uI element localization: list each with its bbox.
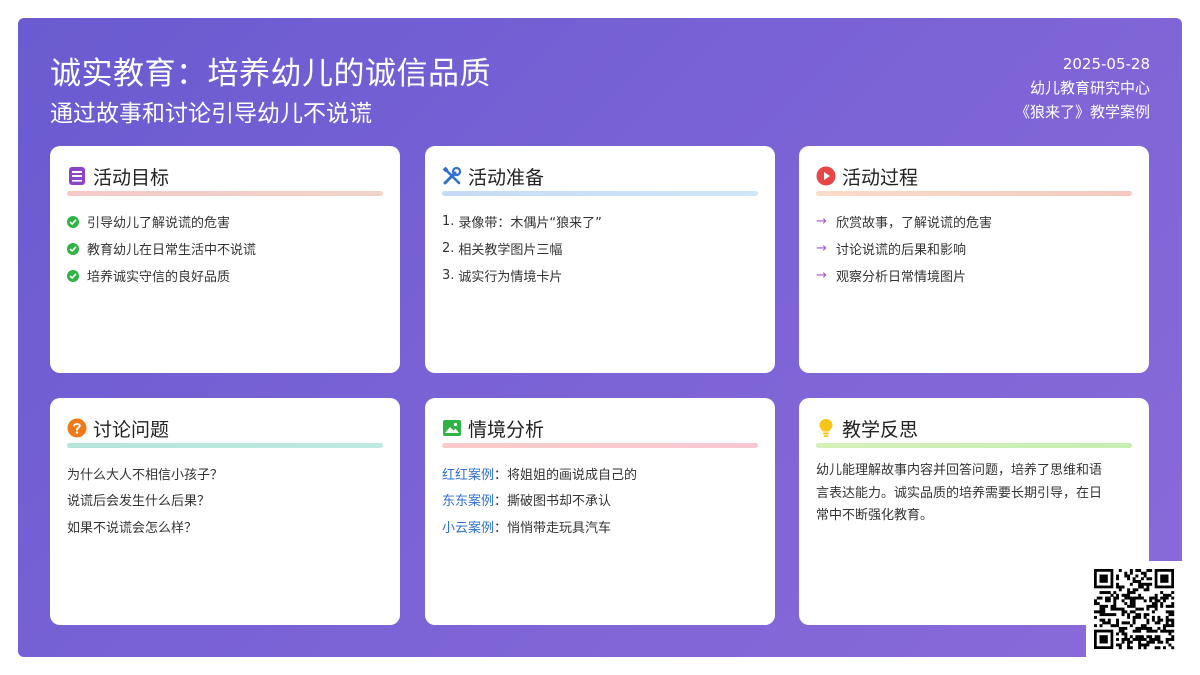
card-prep-title: 活动准备 xyxy=(468,166,545,189)
list-item: 为什么大人不相信小孩子？ xyxy=(67,467,224,483)
tools-icon xyxy=(442,166,462,186)
card-cases-header: 情境分析 xyxy=(442,415,758,441)
list-item: 1. 录像带：木偶片“狼来了” xyxy=(442,208,758,235)
image-icon xyxy=(442,418,462,438)
arrow-right-icon: → xyxy=(816,241,827,256)
qr-code xyxy=(1086,561,1182,657)
case-name: 小云案例 xyxy=(442,520,495,536)
card-questions-underline xyxy=(67,443,383,448)
list-item-text: 录像带：木偶片“狼来了” xyxy=(458,216,602,231)
case-name: 红红案例 xyxy=(442,467,495,483)
card-process: 活动过程 → 欣赏故事，了解说谎的危害 → 讨论说谎的后果和影响 → 观察分析日常情境… xyxy=(799,146,1149,373)
list-item: 小云案例 ：悄悄带走玩具汽车 xyxy=(442,513,758,540)
card-process-underline xyxy=(816,191,1132,196)
list-item-text: 欣赏故事，了解说谎的危害 xyxy=(836,216,993,231)
list-item-text: 培养诚实守信的良好品质 xyxy=(87,270,231,285)
list-item: 2. 相关教学图片三幅 xyxy=(442,235,758,262)
card-prep-header: 活动准备 xyxy=(442,163,758,189)
case-name: 东东案例 xyxy=(442,494,495,510)
list-item-text: 诚实行为情境卡片 xyxy=(458,270,563,285)
case-label: 《狼来了》教学案例 xyxy=(1014,103,1150,121)
list-item: → 欣赏故事，了解说谎的危害 xyxy=(816,208,1132,235)
card-goals-title: 活动目标 xyxy=(93,166,170,189)
reflection-line: 幼儿能理解故事内容并回答问题，培养了思维和语 xyxy=(816,463,1103,478)
slide: 诚实教育：培养幼儿的诚信品质 通过故事和讨论引导幼儿不说谎 2025-05-28… xyxy=(18,18,1182,657)
list-item-number: 2. xyxy=(442,241,455,256)
page-subtitle: 通过故事和讨论引导幼儿不说谎 xyxy=(50,101,372,127)
card-process-title: 活动过程 xyxy=(842,166,919,189)
question-icon xyxy=(67,418,87,438)
page-title: 诚实教育：培养幼儿的诚信品质 xyxy=(50,56,491,92)
card-process-header: 活动过程 xyxy=(816,163,1132,189)
list-item-number: 1. xyxy=(442,214,455,229)
case-text: ：悄悄带走玩具汽车 xyxy=(494,520,612,536)
reflection-line: 常中不断强化教育。 xyxy=(816,508,934,523)
reflection-text: 幼儿能理解故事内容并回答问题，培养了思维和语 言表达能力。诚实品质的培养需要长期… xyxy=(816,460,1132,528)
list-item: 3. 诚实行为情境卡片 xyxy=(442,262,758,289)
list-item-number: 3. xyxy=(442,268,455,283)
card-reflection-title: 教学反思 xyxy=(842,418,919,441)
date-label: 2025-05-28 xyxy=(1062,55,1150,73)
list-item-text: 讨论说谎的后果和影响 xyxy=(836,243,967,258)
card-reflection-underline xyxy=(816,443,1132,448)
arrow-right-icon: → xyxy=(816,214,827,229)
card-cases: 情境分析 红红案例 ：将姐姐的画说成自己的 东东案例 ：撕破图书却不承认 小云案例：… xyxy=(425,398,775,625)
check-circle-icon xyxy=(67,242,79,255)
list-item: 东东案例 ：撕破图书却不承认 xyxy=(442,487,758,514)
org-label: 幼儿教育研究中心 xyxy=(1029,79,1150,97)
reflection-line: 言表达能力。诚实品质的培养需要长期引导，在日 xyxy=(816,485,1103,501)
list-item: 如果不说谎会怎么样？ xyxy=(67,520,198,536)
meta-info: 2025-05-28 幼儿教育研究中心 《狼来了》教学案例 xyxy=(1015,52,1150,124)
list-item: 引导幼儿了解说谎的危害 xyxy=(67,208,383,235)
check-circle-icon xyxy=(67,269,79,282)
card-questions: 讨论问题 为什么大人不相信小孩子？ 说谎后会发生什么后果？ 如果不说谎会怎么样？ xyxy=(50,398,400,625)
check-circle-icon xyxy=(67,215,79,228)
list-item-text: 相关教学图片三幅 xyxy=(458,243,563,258)
list-item: 教育幼儿在日常生活中不说谎 xyxy=(67,235,383,262)
card-cases-title: 情境分析 xyxy=(468,418,545,441)
list-item: 说谎后会发生什么后果？ xyxy=(67,494,211,510)
lightbulb-icon xyxy=(816,418,836,438)
card-goals: 活动目标 引导幼儿了解说谎的危害 教育幼儿在日常生活中不说谎 培养诚实守信的良好… xyxy=(50,146,400,373)
case-text: ：将姐姐的画说成自己的 xyxy=(494,467,638,483)
card-questions-header: 讨论问题 xyxy=(67,415,383,441)
list-item-text: 观察分析日常情境图片 xyxy=(836,270,967,285)
play-icon xyxy=(816,166,836,186)
card-prep-underline xyxy=(442,191,758,196)
list-item: 培养诚实守信的良好品质 xyxy=(67,262,383,289)
card-questions-title: 讨论问题 xyxy=(93,418,170,441)
card-goals-underline xyxy=(67,191,383,196)
book-icon xyxy=(67,166,87,186)
list-item: 红红案例 ：将姐姐的画说成自己的 xyxy=(442,460,758,487)
card-reflection-header: 教学反思 xyxy=(816,415,1132,441)
card-goals-header: 活动目标 xyxy=(67,163,383,189)
list-item-text: 引导幼儿了解说谎的危害 xyxy=(87,216,231,231)
list-item: → 观察分析日常情境图片 xyxy=(816,262,1132,289)
card-cases-underline xyxy=(442,443,758,448)
card-prep: 活动准备 1. 录像带：木偶片“狼来了” 2. 相关教学图片三幅 3. 诚实行为情境卡… xyxy=(425,146,775,373)
arrow-right-icon: → xyxy=(816,268,827,283)
list-item-text: 教育幼儿在日常生活中不说谎 xyxy=(87,243,257,258)
list-item: → 讨论说谎的后果和影响 xyxy=(816,235,1132,262)
case-text: ：撕破图书却不承认 xyxy=(494,494,612,510)
